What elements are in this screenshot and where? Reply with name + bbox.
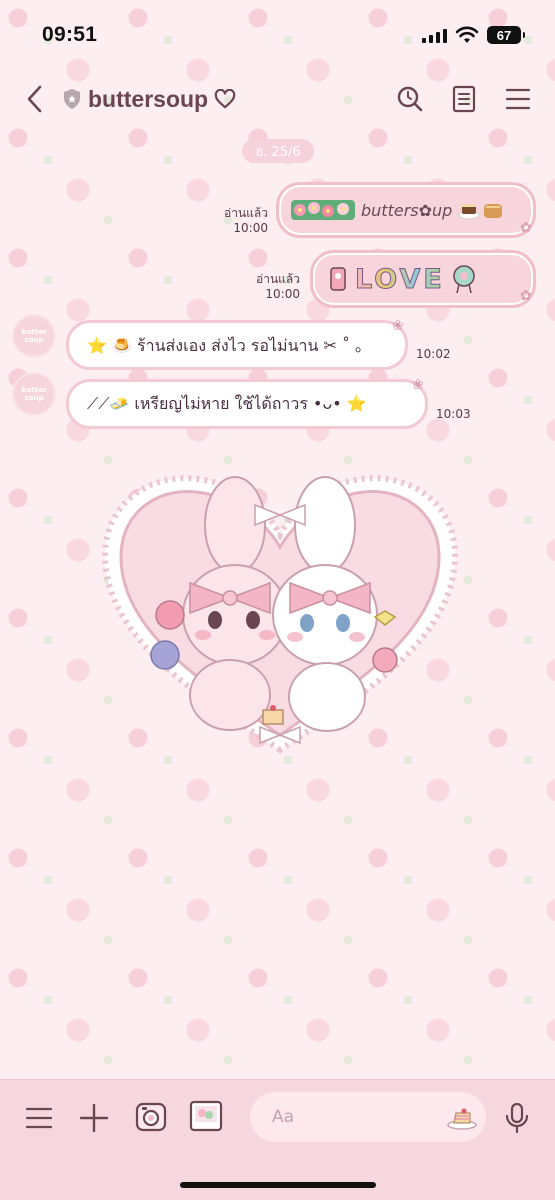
- heart-icon: [214, 89, 236, 109]
- shield-icon: [64, 89, 80, 109]
- message-time: 10:03: [436, 407, 471, 421]
- back-button[interactable]: [20, 79, 50, 119]
- composer-bar: [0, 1079, 555, 1200]
- camera-icon: [135, 1102, 167, 1132]
- message-text: ⟋⟋🧈 เหรียญไม่หาย ใช้ได้ถาวร •ᴗ• ⭐: [87, 393, 367, 413]
- message-time: 10:00: [233, 221, 268, 235]
- flower-sticker-icon: [291, 200, 355, 220]
- search-button[interactable]: [393, 82, 427, 116]
- message-time: 10:00: [265, 287, 300, 301]
- photo-gallery-icon: [189, 1100, 223, 1132]
- status-bar: 09:51 67: [0, 0, 555, 70]
- gallery-button[interactable]: [188, 1098, 224, 1134]
- message-bubble-incoming[interactable]: ⟋⟋🧈 เหรียญไม่หาย ใช้ได้ถาวร •ᴗ• ⭐: [66, 379, 428, 429]
- menu-button[interactable]: [501, 82, 535, 116]
- message-bubble-incoming[interactable]: ⭐ 🍮 ร้านส่งเอง ส่งไว รอไม่นาน ✂ ˚ ｡: [66, 320, 408, 370]
- notes-icon: [452, 85, 476, 113]
- message-text: ⭐ 🍮 ร้านส่งเอง ส่งไว รอไม่นาน ✂ ˚ ｡: [87, 335, 364, 355]
- chevron-left-icon: [27, 85, 42, 113]
- butterfly-deco-icon: ❀: [412, 377, 424, 393]
- battery-level: 67: [496, 27, 512, 43]
- battery-icon: 67: [487, 26, 525, 44]
- message-text: butters✿up: [361, 200, 453, 220]
- cake-bread-icon: [458, 204, 503, 220]
- chat-header: buttersoup: [0, 72, 555, 126]
- hamburger-menu-icon: [505, 88, 531, 110]
- flower-deco-icon: ✿: [520, 220, 532, 236]
- read-receipt: อ่านแล้ว: [224, 206, 268, 220]
- avatar-label: butter soup: [21, 328, 47, 344]
- microphone-icon: [505, 1102, 529, 1134]
- sticker-button[interactable]: [444, 1100, 480, 1136]
- status-time: 09:51: [42, 23, 98, 46]
- avatar[interactable]: butter soup: [12, 314, 56, 358]
- avatar[interactable]: butter soup: [12, 372, 56, 416]
- medal-icon: [453, 265, 475, 294]
- add-button[interactable]: [76, 1100, 112, 1136]
- cake-sticker-icon: [447, 1108, 477, 1130]
- love-text: LOVE: [355, 263, 445, 295]
- voice-button[interactable]: [499, 1100, 535, 1136]
- message-meta: อ่านแล้ว 10:00: [242, 272, 300, 302]
- bunny-heart-sticker[interactable]: [95, 465, 465, 760]
- message-meta: อ่านแล้ว 10:00: [210, 206, 268, 236]
- notes-button[interactable]: [447, 82, 481, 116]
- butterfly-deco-icon: ❀: [392, 318, 404, 334]
- flower-deco-icon: ✿: [520, 288, 532, 304]
- love-letter-icon: [330, 267, 346, 291]
- chat-title: buttersoup: [88, 85, 209, 112]
- menu-toggle-button[interactable]: [21, 1100, 57, 1136]
- wifi-icon: [455, 26, 479, 43]
- hamburger-menu-icon: [25, 1107, 53, 1129]
- search-icon: [397, 86, 423, 112]
- plus-icon: [79, 1103, 109, 1133]
- avatar-label: butter soup: [21, 386, 47, 402]
- date-separator: อ. 25/6: [242, 139, 314, 163]
- message-bubble-outgoing[interactable]: butters✿up: [276, 182, 536, 238]
- message-bubble-outgoing[interactable]: LOVE: [310, 250, 536, 308]
- home-indicator: [180, 1182, 376, 1188]
- love-text-value: LOVE: [355, 263, 445, 295]
- message-time: 10:02: [416, 347, 451, 361]
- read-receipt: อ่านแล้ว: [256, 272, 300, 286]
- cellular-signal-icon: [422, 27, 447, 43]
- camera-button[interactable]: [133, 1098, 169, 1134]
